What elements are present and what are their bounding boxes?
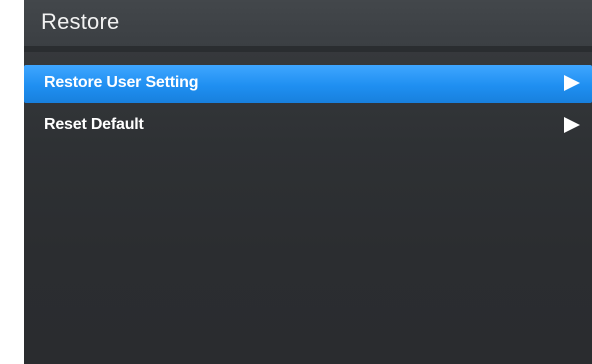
restore-menu-panel: Restore Restore User Setting Reset Defau… xyxy=(24,0,592,364)
triangle-right-icon xyxy=(564,117,580,133)
menu-item-label: Reset Default xyxy=(44,116,144,133)
header-divider xyxy=(24,46,592,52)
triangle-right-icon xyxy=(564,75,580,91)
menu-item-reset-default[interactable]: Reset Default xyxy=(24,107,592,145)
menu-item-label: Restore User Setting xyxy=(44,74,199,91)
menu-item-restore-user-setting[interactable]: Restore User Setting xyxy=(24,65,592,103)
menu-header: Restore xyxy=(24,0,592,46)
page-title: Restore xyxy=(41,9,120,34)
